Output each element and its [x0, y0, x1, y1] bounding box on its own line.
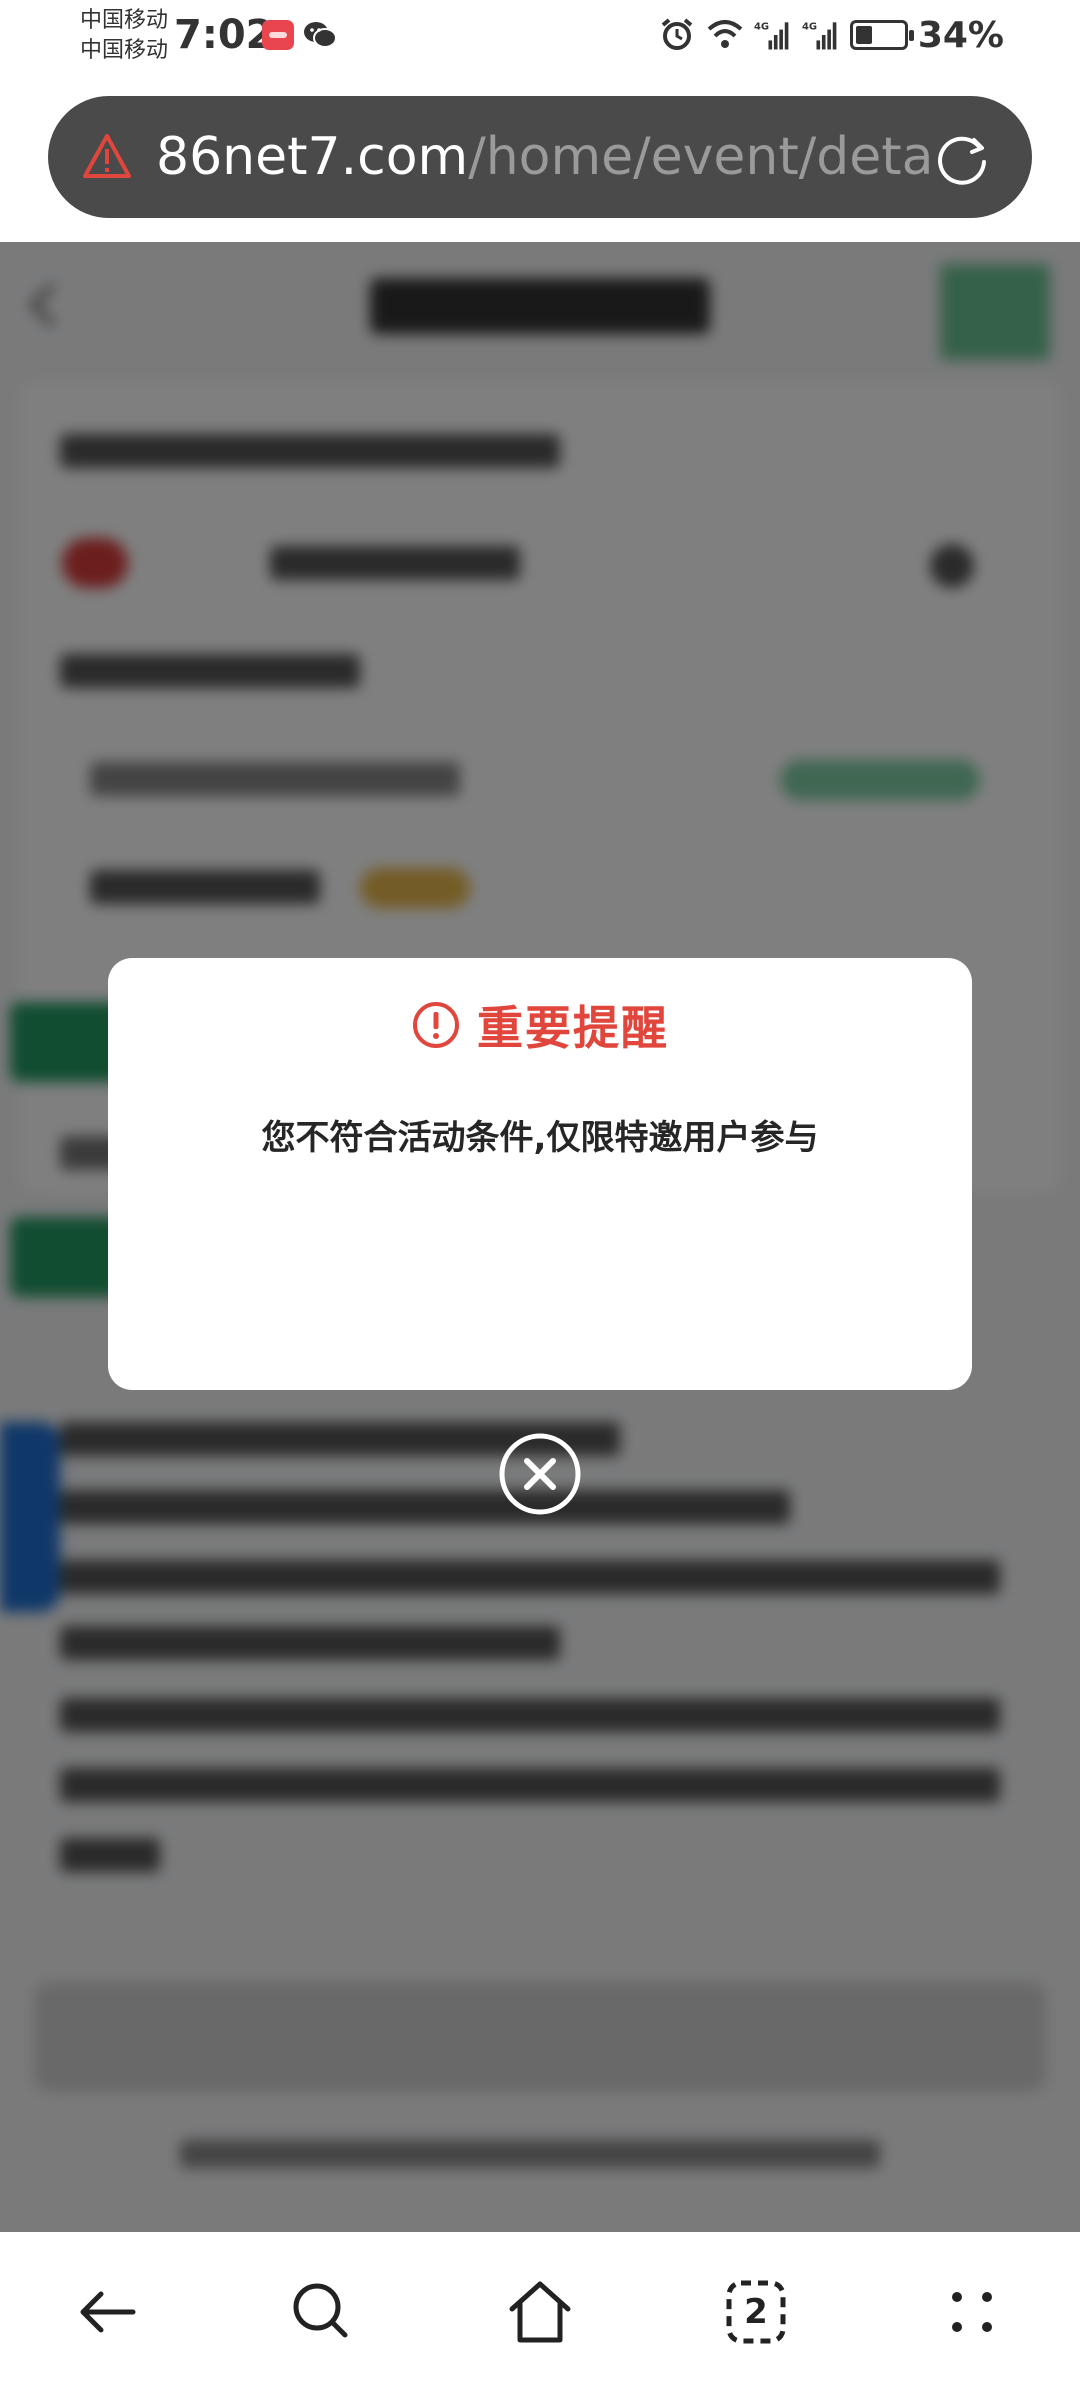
menu-button[interactable] [932, 2272, 1012, 2352]
signal-icon: 4G [754, 22, 789, 50]
more-dots-icon [952, 2292, 992, 2332]
alert-dialog: 重要提醒 您不符合活动条件,仅限特邀用户参与 [108, 958, 972, 1390]
url-text[interactable]: 86net7.com/home/event/deta [156, 122, 936, 192]
search-button[interactable] [282, 2272, 362, 2352]
alarm-icon [661, 18, 693, 50]
reload-icon[interactable] [934, 130, 992, 188]
dialog-header: 重要提醒 [108, 992, 972, 1058]
carrier-info: 中国移动 中国移动 [80, 6, 168, 66]
search-icon [293, 2283, 348, 2338]
warning-triangle-icon[interactable] [82, 132, 132, 180]
home-button[interactable] [500, 2272, 580, 2352]
browser-nav-bar: 2 [0, 2232, 1080, 2400]
wechat-icon [304, 22, 337, 48]
arrow-left-icon [80, 2291, 136, 2333]
url-path: /home/event/deta [468, 127, 934, 187]
signal-icon: 4G [802, 22, 837, 50]
tab-count: 2 [744, 2292, 768, 2332]
dialog-message: 您不符合活动条件,仅限特邀用户参与 [261, 1118, 819, 1158]
home-icon [509, 2281, 571, 2343]
back-button[interactable] [68, 2272, 148, 2352]
network-label-2: 4G [802, 22, 817, 33]
carrier-1: 中国移动 [80, 8, 169, 33]
url-host: 86net7.com [156, 127, 469, 187]
network-label-1: 4G [754, 22, 769, 33]
address-bar[interactable]: 86net7.com/home/event/deta [48, 96, 1032, 218]
clock: 7:02 [174, 12, 274, 58]
status-icons: 4G 4G 34% [658, 12, 1004, 58]
dialog-title: 重要提醒 [477, 1001, 669, 1055]
alert-circle-icon [413, 1002, 459, 1048]
status-bar: 中国移动 中国移动 7:02 4G 4G 34% [0, 0, 1080, 88]
huawei-app-icon [262, 20, 294, 50]
battery-charging-icon [849, 20, 914, 50]
wifi-icon [707, 20, 743, 48]
battery-level [855, 26, 872, 44]
tabs-button[interactable]: 2 [716, 2272, 796, 2352]
battery-percent: 34% [917, 14, 1004, 56]
carrier-2: 中国移动 [80, 38, 169, 63]
close-circle-icon[interactable] [498, 1432, 582, 1516]
